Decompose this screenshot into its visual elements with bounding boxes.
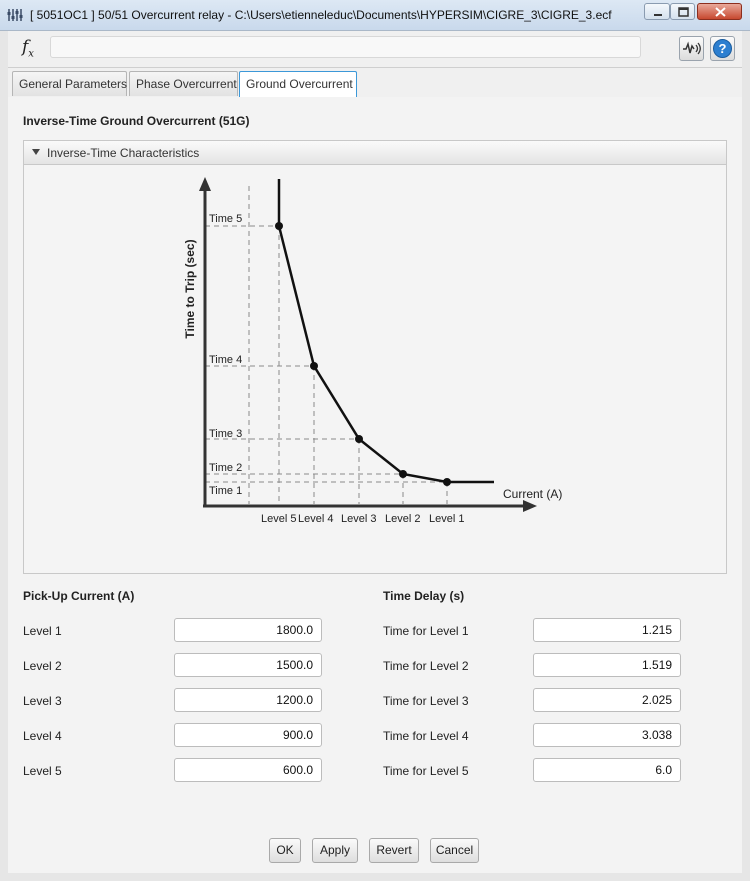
guide-lines [205,186,448,504]
pickup-level-1-input[interactable]: 1800.0 [174,618,322,642]
apply-button[interactable]: Apply [312,838,358,863]
maximize-button[interactable] [670,3,695,20]
panel-title: Inverse-Time Characteristics [47,146,200,160]
window-border-bottom [0,873,750,881]
axes [199,177,537,512]
help-icon: ? [713,39,732,58]
pickup-level-4-label: Level 4 [23,729,62,743]
revert-button[interactable]: Revert [369,838,419,863]
ok-button[interactable]: OK [269,838,301,863]
maximize-icon [678,7,689,17]
delay-level-5-label: Time for Level 5 [383,764,469,778]
function-icon[interactable]: fx [22,37,34,59]
time-delay-title: Time Delay (s) [383,589,465,603]
x-axis-label: Current (A) [503,487,562,501]
pickup-current-title: Pick-Up Current (A) [23,589,135,603]
collapse-arrow-icon[interactable] [32,149,40,155]
formula-input[interactable] [50,36,641,58]
time-label-5: Time 5 [209,213,242,225]
y-axis-label: Time to Trip (sec) [183,239,197,338]
svg-text:?: ? [719,41,727,56]
time-label-4: Time 4 [209,354,242,366]
minimize-button[interactable] [644,3,670,20]
level-label-2: Level 2 [385,513,420,525]
tab-ground-overcurrent[interactable]: Ground Overcurrent [239,71,357,97]
pickup-level-2-label: Level 2 [23,659,62,673]
window-border-left [0,31,8,881]
delay-level-4-label: Time for Level 4 [383,729,469,743]
delay-level-3-label: Time for Level 3 [383,694,469,708]
relay-app-icon [7,9,23,21]
signal-monitor-button[interactable] [679,36,704,61]
pickup-level-2-input[interactable]: 1500.0 [174,653,322,677]
title-bar[interactable]: [ 5051OC1 ] 50/51 Overcurrent relay - C:… [0,0,750,31]
signal-waveform-icon [683,41,701,55]
time-label-1: Time 1 [209,485,242,497]
pickup-level-4-input[interactable]: 900.0 [174,723,322,747]
window-border-right [742,31,750,881]
delay-level-3-input[interactable]: 2.025 [533,688,681,712]
level-label-5: Level 5 [261,513,296,525]
characteristics-panel: Inverse-Time Characteristics Time 5 Time… [23,140,727,574]
window-title: [ 5051OC1 ] 50/51 Overcurrent relay - C:… [30,8,612,22]
time-label-2: Time 2 [209,462,242,474]
characteristics-panel-header[interactable]: Inverse-Time Characteristics [24,141,726,165]
close-icon [715,7,726,17]
delay-level-2-label: Time for Level 2 [383,659,469,673]
tab-general-parameters[interactable]: General Parameters [12,71,127,96]
tab-content: Inverse-Time Ground Overcurrent (51G) In… [8,97,742,873]
delay-level-1-input[interactable]: 1.215 [533,618,681,642]
section-title: Inverse-Time Ground Overcurrent (51G) [23,114,250,128]
delay-level-5-input[interactable]: 6.0 [533,758,681,782]
pickup-level-3-label: Level 3 [23,694,62,708]
pickup-level-3-input[interactable]: 1200.0 [174,688,322,712]
minimize-icon [654,14,662,16]
delay-level-4-input[interactable]: 3.038 [533,723,681,747]
tab-bar: General Parameters Phase Overcurrent Gro… [8,68,742,98]
toolbar: fx ? [8,31,742,68]
pickup-level-5-input[interactable]: 600.0 [174,758,322,782]
time-label-3: Time 3 [209,428,242,440]
help-button[interactable]: ? [710,36,735,61]
cancel-button[interactable]: Cancel [430,838,479,863]
close-button[interactable] [697,3,742,20]
tab-phase-overcurrent[interactable]: Phase Overcurrent [129,71,238,96]
level-label-1: Level 1 [429,513,464,525]
delay-level-2-input[interactable]: 1.519 [533,653,681,677]
pickup-level-1-label: Level 1 [23,624,62,638]
curve-points [275,222,451,486]
inverse-time-curve-diagram: Time 5 Time 4 Time 3 Time 2 Time 1 Level… [183,177,562,525]
delay-level-1-label: Time for Level 1 [383,624,469,638]
pickup-level-5-label: Level 5 [23,764,62,778]
level-label-4: Level 4 [298,513,333,525]
trip-curve [277,179,494,484]
level-label-3: Level 3 [341,513,376,525]
